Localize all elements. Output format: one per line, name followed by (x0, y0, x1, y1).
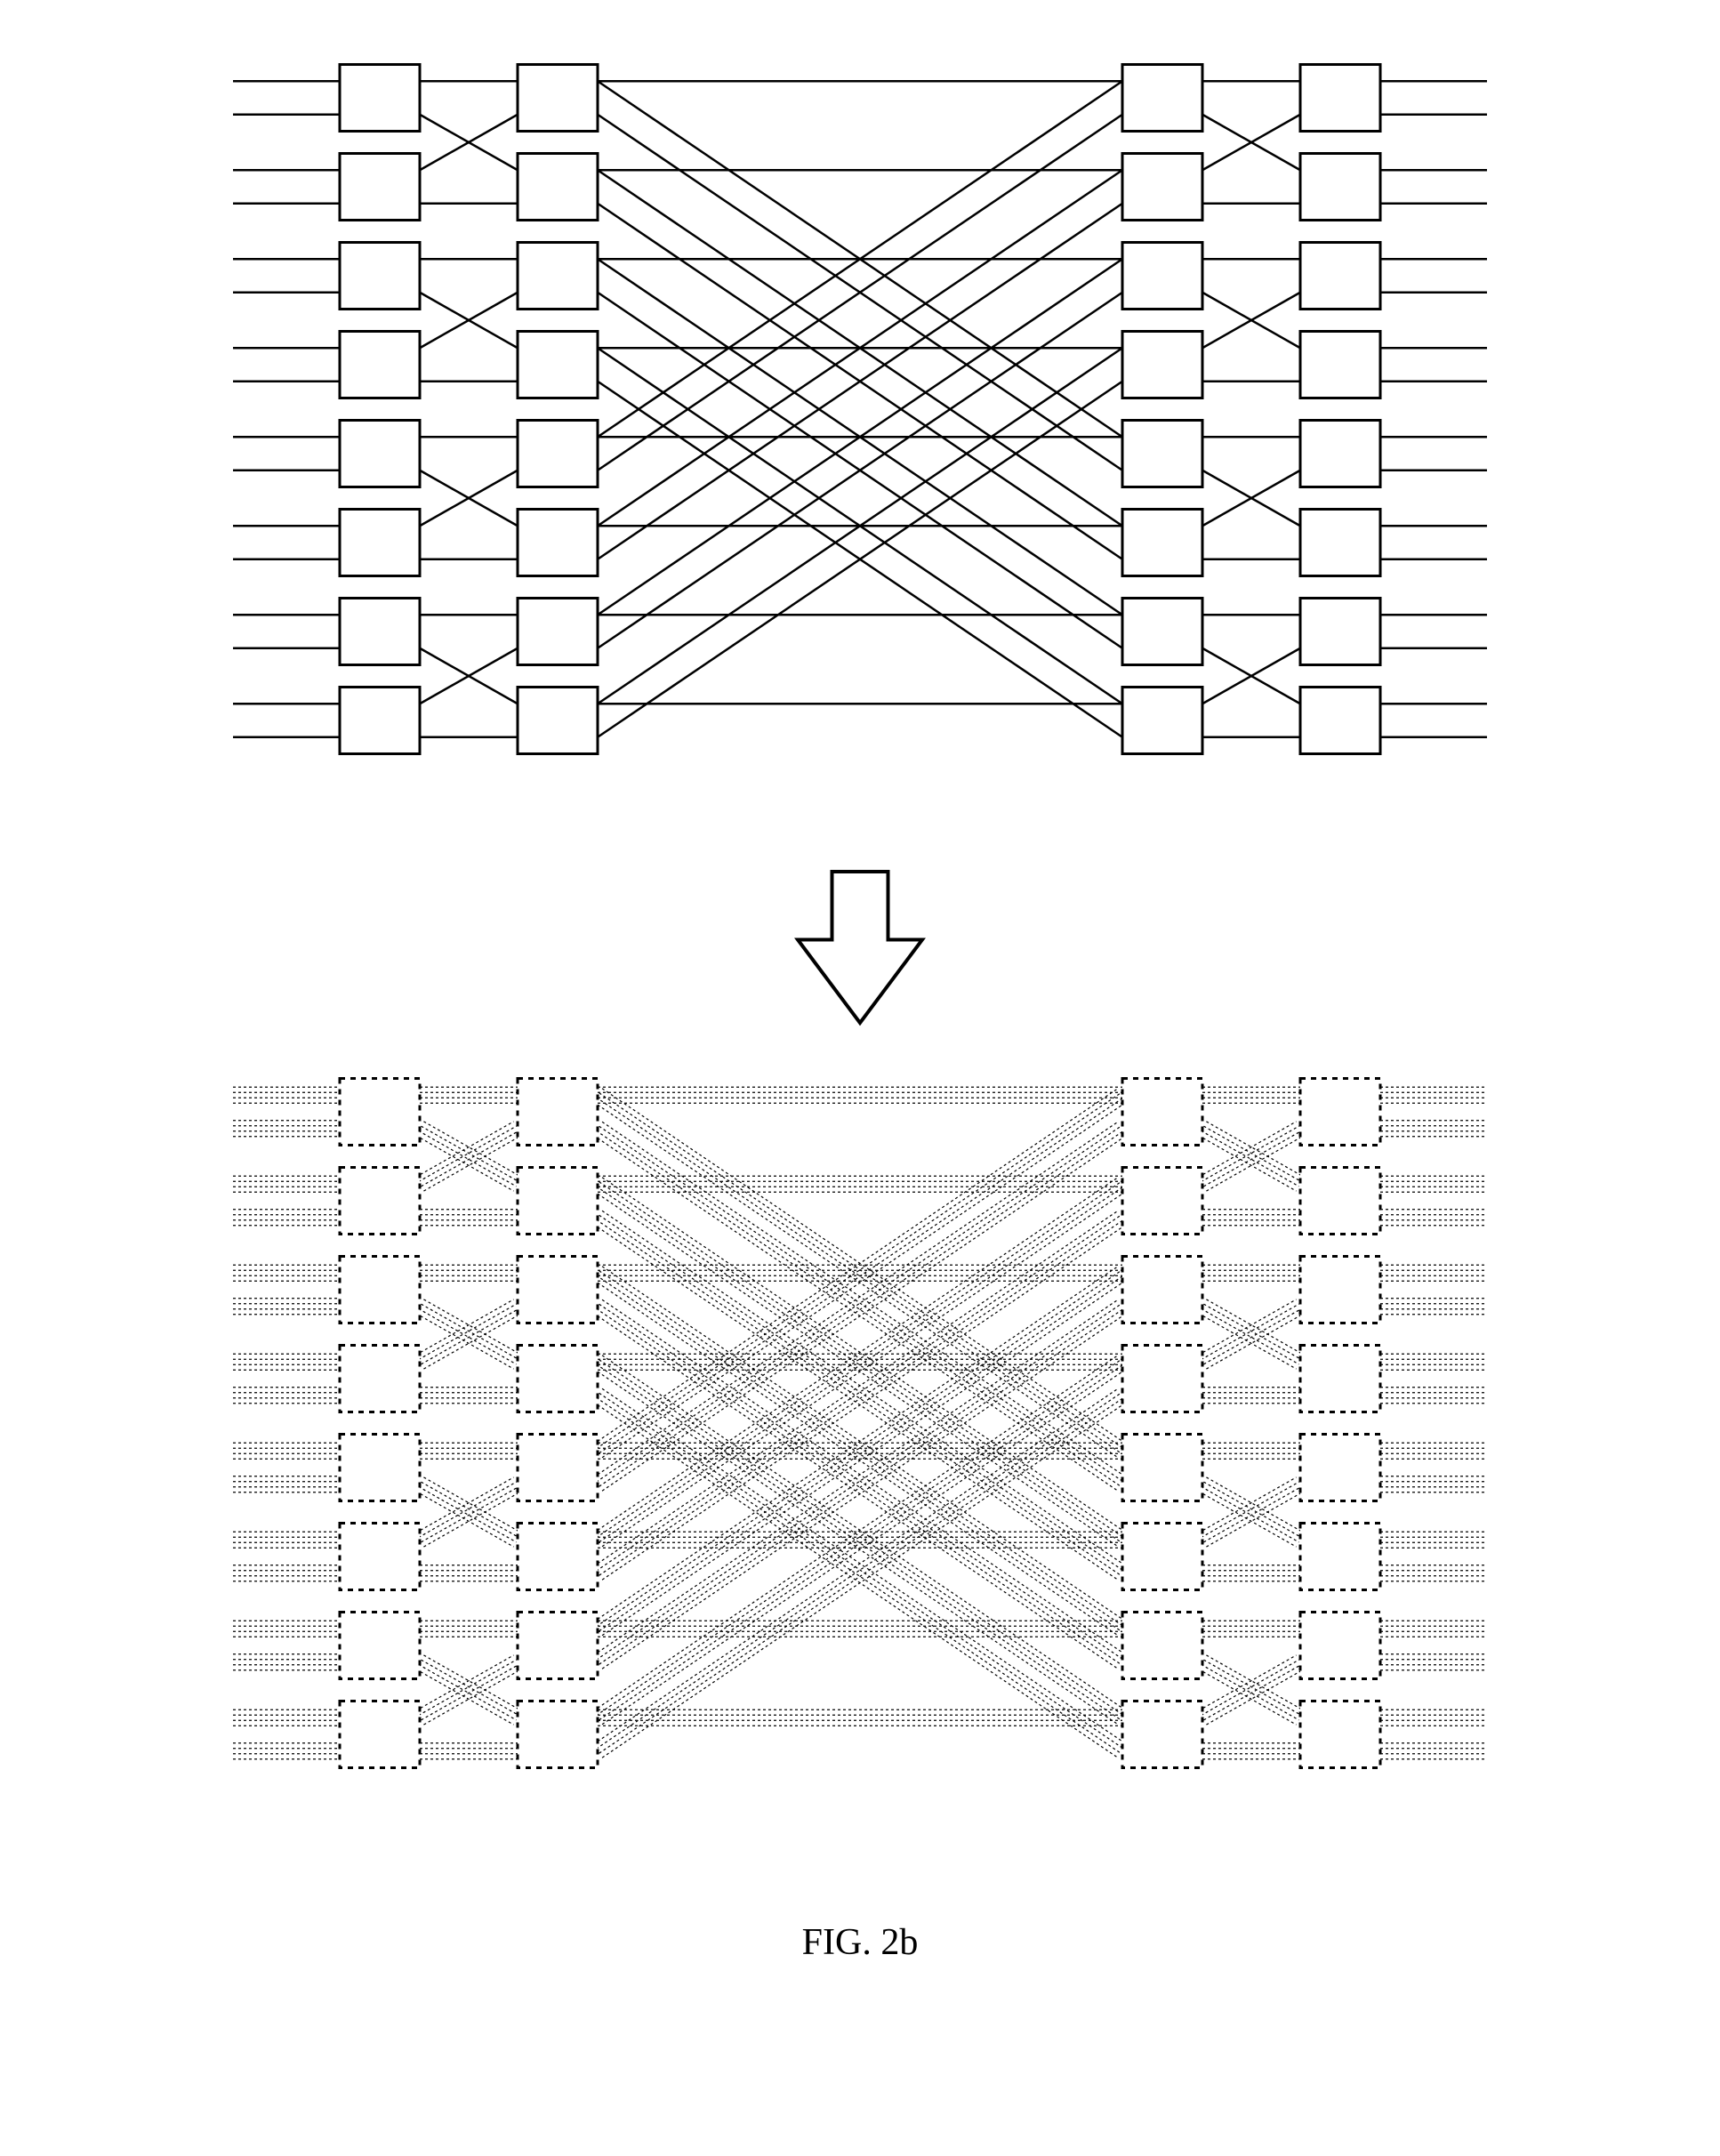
switch-node (1122, 243, 1202, 310)
switch-node (1300, 154, 1380, 221)
switch-node (1300, 65, 1380, 132)
switch-node (340, 1701, 420, 1768)
figure-caption: FIG. 2b (149, 1921, 1571, 1964)
switch-node (1300, 1435, 1380, 1501)
switch-node (1122, 1613, 1202, 1679)
switch-node (1122, 1079, 1202, 1146)
switch-node (340, 1079, 420, 1146)
switch-node (1300, 1168, 1380, 1235)
switch-node (518, 510, 598, 576)
top-network (149, 36, 1571, 854)
switch-node (1300, 1257, 1380, 1323)
switch-node (340, 510, 420, 576)
switch-node (518, 1435, 598, 1501)
switch-node (340, 1435, 420, 1501)
bottom-network (149, 1050, 1571, 1868)
switch-node (518, 1524, 598, 1590)
switch-node (1300, 688, 1380, 754)
switch-node (1300, 421, 1380, 487)
down-arrow-icon (798, 872, 922, 1023)
switch-node (1122, 688, 1202, 754)
switch-node (340, 243, 420, 310)
switch-node (518, 1257, 598, 1323)
switch-node (340, 65, 420, 132)
switch-node (518, 154, 598, 221)
switch-node (1122, 599, 1202, 665)
switch-node (518, 1168, 598, 1235)
switch-node (1300, 332, 1380, 398)
switch-node (340, 1613, 420, 1679)
switch-node (340, 1346, 420, 1412)
switch-node (518, 599, 598, 665)
switch-node (518, 243, 598, 310)
switch-node (1300, 1079, 1380, 1146)
switch-node (518, 1701, 598, 1768)
switch-node (1300, 1701, 1380, 1768)
switch-node (518, 1079, 598, 1146)
switch-node (1300, 243, 1380, 310)
switch-node (1122, 1524, 1202, 1590)
switch-node (1300, 1524, 1380, 1590)
switch-node (518, 65, 598, 132)
switch-node (1300, 599, 1380, 665)
switch-node (518, 421, 598, 487)
switch-node (518, 688, 598, 754)
transform-arrow (149, 854, 1571, 1050)
switch-node (1122, 1701, 1202, 1768)
switch-node (1122, 421, 1202, 487)
switch-node (1122, 65, 1202, 132)
switch-node (1122, 1435, 1202, 1501)
switch-node (340, 332, 420, 398)
switch-node (1122, 1168, 1202, 1235)
switch-node (1122, 154, 1202, 221)
switch-node (1122, 1257, 1202, 1323)
switch-node (340, 599, 420, 665)
switch-node (1300, 1346, 1380, 1412)
figure-container: FIG. 2b (149, 36, 1571, 1964)
switch-node (1122, 1346, 1202, 1412)
switch-node (340, 421, 420, 487)
switch-node (340, 1524, 420, 1590)
switch-node (1300, 1613, 1380, 1679)
switch-node (518, 1613, 598, 1679)
switch-node (518, 332, 598, 398)
switch-node (518, 1346, 598, 1412)
switch-node (340, 154, 420, 221)
switch-node (340, 1168, 420, 1235)
switch-node (340, 688, 420, 754)
switch-node (340, 1257, 420, 1323)
switch-node (1122, 332, 1202, 398)
switch-node (1122, 510, 1202, 576)
switch-node (1300, 510, 1380, 576)
